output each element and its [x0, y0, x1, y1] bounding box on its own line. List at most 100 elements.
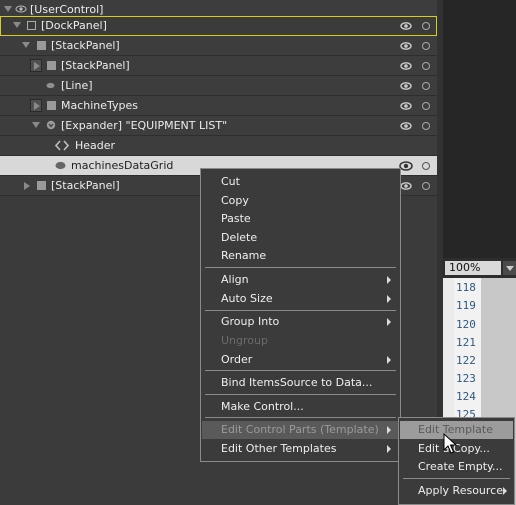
- artboard-area: [443, 0, 516, 258]
- menu-item-rename[interactable]: Rename: [202, 247, 399, 265]
- tree-row-label: MachineTypes: [61, 99, 139, 112]
- context-menu: Cut Copy Paste Delete Rename Align Auto …: [200, 168, 401, 462]
- line-number: 118: [456, 281, 476, 294]
- visibility-eye-icon[interactable]: [400, 80, 412, 92]
- menu-item-ungroup: Ungroup: [202, 332, 399, 350]
- zoom-dropdown-icon[interactable]: [503, 261, 516, 275]
- line-number: 121: [456, 336, 476, 349]
- menu-item-label: Create Empty...: [418, 460, 503, 473]
- tree-row-expander[interactable]: [Expander] "EQUIPMENT LIST": [0, 116, 437, 136]
- tree-row-header[interactable]: Header: [0, 136, 437, 156]
- line-number: 119: [456, 299, 476, 312]
- tree-row-label: machinesDataGrid: [71, 159, 174, 172]
- menu-item-label: Paste: [221, 212, 251, 225]
- menu-item-order[interactable]: Order: [202, 351, 399, 369]
- menu-item-label: Copy: [221, 194, 249, 207]
- visibility-eye-icon[interactable]: [400, 180, 412, 192]
- control-icon: [47, 101, 56, 110]
- menu-item-label: Ungroup: [221, 334, 268, 347]
- menu-item-cut[interactable]: Cut: [202, 173, 399, 191]
- tree-row-label: [StackPanel]: [51, 179, 120, 192]
- lock-toggle-icon[interactable]: [422, 102, 430, 110]
- menu-item-label: Rename: [221, 249, 267, 262]
- stackpanel-icon: [47, 61, 56, 70]
- visibility-eye-icon[interactable]: [400, 60, 412, 72]
- menu-separator: [205, 310, 396, 311]
- visibility-eye-icon[interactable]: [400, 20, 412, 32]
- line-number: 120: [456, 318, 476, 331]
- menu-item-label: Align: [221, 273, 249, 286]
- expand-arrow-icon[interactable]: [24, 182, 30, 190]
- line-number: 123: [456, 372, 476, 385]
- expand-arrow-icon[interactable]: [4, 6, 12, 12]
- expand-arrow-icon[interactable]: [22, 42, 30, 48]
- expand-arrow-icon[interactable]: [13, 22, 21, 28]
- line-icon: [46, 82, 55, 89]
- menu-item-label: Auto Size: [221, 292, 273, 305]
- zoom-combobox[interactable]: 100%: [445, 261, 501, 275]
- menu-item-make-control[interactable]: Make Control...: [202, 398, 399, 416]
- submenu-arrow-icon: [387, 295, 391, 303]
- submenu-arrow-icon: [503, 487, 507, 495]
- visibility-eye-icon[interactable]: [399, 159, 413, 173]
- menu-separator: [205, 267, 396, 268]
- menu-item-paste[interactable]: Paste: [202, 210, 399, 228]
- visibility-eye-icon[interactable]: [400, 120, 412, 132]
- menu-item-label: Bind ItemsSource to Data...: [221, 376, 373, 389]
- menu-item-group-into[interactable]: Group Into: [202, 313, 399, 331]
- submenu-arrow-icon: [387, 356, 391, 364]
- menu-item-create-empty[interactable]: Create Empty...: [400, 458, 513, 476]
- lock-toggle-icon[interactable]: [422, 62, 430, 70]
- menu-item-delete[interactable]: Delete: [202, 229, 399, 247]
- submenu-arrow-icon: [387, 276, 391, 284]
- stackpanel-icon: [37, 41, 46, 50]
- visibility-eye-icon: [15, 5, 27, 13]
- tree-row-line[interactable]: [Line]: [0, 76, 437, 96]
- menu-item-label: Edit Other Templates: [221, 442, 337, 455]
- tree-row-label: [DockPanel]: [41, 19, 107, 32]
- stackpanel-icon: [37, 181, 46, 190]
- menu-item-label: Group Into: [221, 315, 280, 328]
- lock-toggle-icon[interactable]: [422, 182, 430, 190]
- lock-toggle-icon[interactable]: [422, 22, 430, 30]
- menu-item-label: Cut: [221, 175, 240, 188]
- menu-separator: [205, 394, 396, 395]
- tree-row-label: [StackPanel]: [61, 59, 130, 72]
- menu-item-bind-itemssource[interactable]: Bind ItemsSource to Data...: [202, 374, 399, 392]
- expander-icon: [46, 120, 56, 130]
- datagrid-icon: [55, 161, 66, 170]
- tree-row-label: Header: [75, 139, 116, 152]
- tree-row-label: [StackPanel]: [51, 39, 120, 52]
- menu-item-apply-resource[interactable]: Apply Resource: [400, 482, 513, 500]
- tree-row-label: [Line]: [61, 79, 93, 92]
- visibility-eye-icon[interactable]: [400, 40, 412, 52]
- submenu-arrow-icon: [387, 445, 391, 453]
- menu-item-copy[interactable]: Copy: [202, 192, 399, 210]
- menu-item-align[interactable]: Align: [202, 271, 399, 289]
- lock-toggle-icon[interactable]: [422, 42, 430, 50]
- expand-arrow-icon[interactable]: [32, 122, 40, 128]
- menu-item-auto-size[interactable]: Auto Size: [202, 290, 399, 308]
- menu-separator: [205, 417, 396, 418]
- menu-item-edit-control-parts[interactable]: Edit Control Parts (Template): [202, 421, 399, 439]
- edit-template-submenu: Edit Template Edit a Copy... Create Empt…: [398, 417, 515, 505]
- tree-row-label: [Expander] "EQUIPMENT LIST": [61, 119, 228, 132]
- menu-item-edit-other-templates[interactable]: Edit Other Templates: [202, 440, 399, 458]
- lock-toggle-icon[interactable]: [422, 82, 430, 90]
- tree-row-dockpanel[interactable]: [DockPanel]: [0, 16, 437, 36]
- submenu-arrow-icon: [387, 426, 391, 434]
- submenu-arrow-icon: [387, 318, 391, 326]
- tree-row-label: [UserControl]: [30, 3, 104, 16]
- menu-item-label: Delete: [221, 231, 258, 244]
- menu-item-label: Apply Resource: [418, 484, 503, 497]
- line-number: 124: [456, 390, 476, 403]
- tree-row-machinetypes[interactable]: MachineTypes: [0, 96, 437, 116]
- lock-toggle-icon[interactable]: [422, 162, 430, 170]
- property-brackets-icon: [55, 140, 69, 151]
- tree-row-stackpanel-2[interactable]: [StackPanel]: [0, 56, 437, 76]
- menu-item-label: Make Control...: [221, 400, 304, 413]
- visibility-eye-icon[interactable]: [400, 100, 412, 112]
- menu-separator: [403, 478, 510, 479]
- tree-row-stackpanel-1[interactable]: [StackPanel]: [0, 36, 437, 56]
- lock-toggle-icon[interactable]: [422, 122, 430, 130]
